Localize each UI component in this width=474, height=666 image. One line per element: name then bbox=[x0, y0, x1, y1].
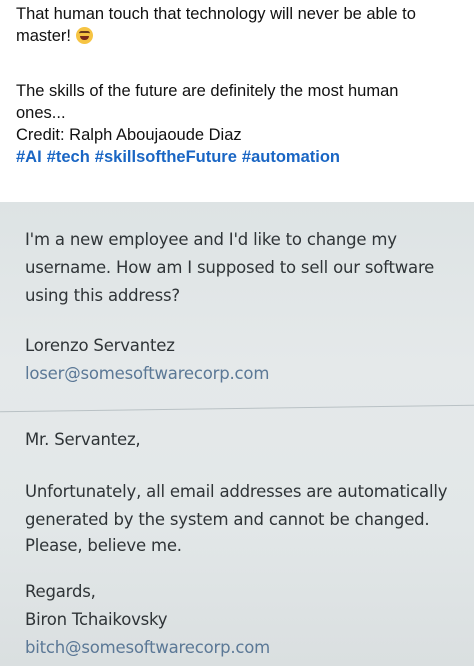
reply-line: generated by the system and cannot be ch… bbox=[25, 510, 430, 529]
post-credit: Credit: Ralph Aboujaoude Diaz bbox=[16, 126, 242, 144]
request-sender-email: loser@somesoftwarecorp.com bbox=[25, 364, 270, 383]
laughing-emoji-icon bbox=[75, 27, 93, 44]
reply-sender-email: bitch@somesoftwarecorp.com bbox=[25, 638, 271, 657]
email-photo: I'm a new employee and I'd like to chang… bbox=[0, 202, 474, 666]
request-line: username. How am I supposed to sell our … bbox=[25, 258, 435, 277]
post-line: ones... bbox=[16, 104, 66, 122]
post-line: master! bbox=[16, 25, 458, 47]
hashtag-automation[interactable]: #automation bbox=[242, 148, 340, 166]
request-line: I'm a new employee and I'd like to chang… bbox=[25, 230, 397, 249]
message-divider bbox=[0, 404, 474, 413]
reply-line: Please, believe me. bbox=[25, 536, 182, 555]
hashtag-skills[interactable]: #skillsoftheFuture bbox=[95, 148, 237, 166]
request-line: using this address? bbox=[25, 286, 180, 305]
post-line-text: master! bbox=[16, 27, 72, 45]
post-line: That human touch that technology will ne… bbox=[16, 5, 416, 23]
reply-closing: Regards, bbox=[25, 582, 96, 601]
reply-greeting: Mr. Servantez, bbox=[25, 430, 141, 449]
hashtag-tech[interactable]: #tech bbox=[47, 148, 90, 166]
hashtag-ai[interactable]: #AI bbox=[16, 148, 42, 166]
reply-line: Unfortunately, all email addresses are a… bbox=[25, 482, 448, 501]
request-sender-name: Lorenzo Servantez bbox=[25, 336, 175, 355]
reply-sender-name: Biron Tchaikovsky bbox=[25, 610, 168, 629]
post-line: The skills of the future are definitely … bbox=[16, 82, 399, 100]
hashtag-row: #AI #tech #skillsoftheFuture #automation bbox=[16, 146, 458, 168]
post-text: That human touch that technology will ne… bbox=[0, 0, 474, 200]
